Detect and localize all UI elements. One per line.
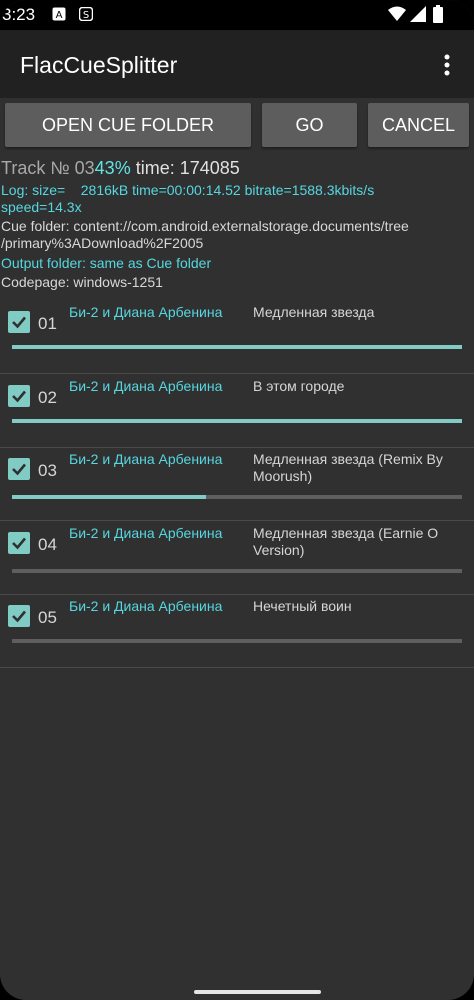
app-title: FlacCueSplitter xyxy=(20,52,178,78)
cue-line-1: Cue folder: content://com.android.extern… xyxy=(1,218,409,234)
track-title: Медленная звезда (Earnie O Version) xyxy=(253,524,439,558)
go-button[interactable]: GO xyxy=(262,103,357,147)
track-time: time: 174085 xyxy=(130,158,240,178)
track-artist: Би-2 и Диана Арбенина xyxy=(69,377,223,394)
track-artist: Би-2 и Диана Арбенина xyxy=(69,598,223,614)
output-folder-text: Output folder: same as Cue folder xyxy=(1,255,212,271)
signal-icon xyxy=(410,6,426,27)
track-artist: Би-2 и Диана Арбенина xyxy=(69,524,223,541)
track-number: 01 xyxy=(38,314,57,333)
check-icon xyxy=(12,463,26,476)
track-progress-bar xyxy=(12,568,462,573)
wifi-icon xyxy=(388,6,406,27)
track-row[interactable]: 02 Би-2 и Диана Арбенина В этом городе xyxy=(0,374,474,448)
check-icon xyxy=(12,537,26,549)
track-progress-fill xyxy=(12,495,206,499)
status-bar: 3:23 A S xyxy=(0,0,474,30)
track-artist: Би-2 и Диана Арбенина xyxy=(69,304,223,320)
track-number: 05 xyxy=(38,608,57,627)
log-line-1: Log: size= 2816kB time=00:00:14.52 bitra… xyxy=(1,182,375,198)
track-progress-bar xyxy=(12,418,462,423)
track-number: 02 xyxy=(38,387,57,407)
gesture-handle[interactable] xyxy=(194,990,321,994)
a-badge-icon: A xyxy=(52,7,66,26)
cue-folder-text: Cue folder: content://com.android.extern… xyxy=(1,218,409,252)
track-checkbox[interactable] xyxy=(8,458,30,480)
app-bar: FlacCueSplitter xyxy=(0,30,474,98)
track-progress-bar xyxy=(12,639,462,643)
track-status: Track № 0343% time: 174085 xyxy=(1,158,240,179)
track-checkbox[interactable] xyxy=(8,531,30,554)
track-progress-fill xyxy=(12,345,462,349)
check-icon xyxy=(12,610,26,623)
track-checkbox[interactable] xyxy=(8,311,30,333)
cue-line-2: /primary%3ADownload%2F2005 xyxy=(1,235,204,251)
track-artist: Би-2 и Диана Арбенина xyxy=(69,451,223,467)
open-cue-folder-button[interactable]: OPEN CUE FOLDER xyxy=(5,103,251,147)
track-progress-bar xyxy=(12,345,462,349)
s-badge-icon: S xyxy=(78,6,94,26)
battery-icon xyxy=(433,5,443,28)
track-title: Медленная звезда xyxy=(253,304,375,320)
track-progress-fill xyxy=(12,418,462,423)
track-row[interactable]: 04 Би-2 и Диана Арбенина Медленная звезда … xyxy=(0,521,474,595)
check-icon xyxy=(12,316,26,329)
track-number: 03 xyxy=(38,461,57,480)
more-vert-icon[interactable] xyxy=(439,52,455,78)
check-icon xyxy=(12,390,26,402)
svg-text:S: S xyxy=(83,10,89,21)
track-progress-bar xyxy=(12,495,462,499)
cancel-button[interactable]: CANCEL xyxy=(368,103,469,147)
svg-text:A: A xyxy=(56,10,63,21)
track-checkbox[interactable] xyxy=(8,605,30,627)
log-line-2: speed=14.3x xyxy=(1,199,82,215)
track-number: 04 xyxy=(38,534,57,554)
track-percent: 43% xyxy=(94,158,131,178)
track-row[interactable]: 03 Би-2 и Диана Арбенина Медленная звезда … xyxy=(0,447,474,521)
track-checkbox[interactable] xyxy=(8,384,30,407)
track-label: Track № 03 xyxy=(1,158,95,178)
status-time: 3:23 xyxy=(2,5,36,24)
track-title: В этом городе xyxy=(253,377,345,394)
codepage-text: Codepage: windows-1251 xyxy=(1,274,163,290)
track-title: Нечетный воин xyxy=(253,598,352,614)
app-screen: 3:23 A S FlacCueSplitter OPEN CUE FOLDER… xyxy=(0,0,474,1000)
track-row[interactable]: 01 Би-2 и Диана Арбенина Медленная звезда xyxy=(0,300,474,374)
log-text: Log: size= 2816kB time=00:00:14.52 bitra… xyxy=(1,182,374,216)
track-title: Медленная звезда (Remix By Moorush) xyxy=(253,451,443,484)
track-row[interactable]: 05 Би-2 и Диана Арбенина Нечетный воин xyxy=(0,594,474,668)
